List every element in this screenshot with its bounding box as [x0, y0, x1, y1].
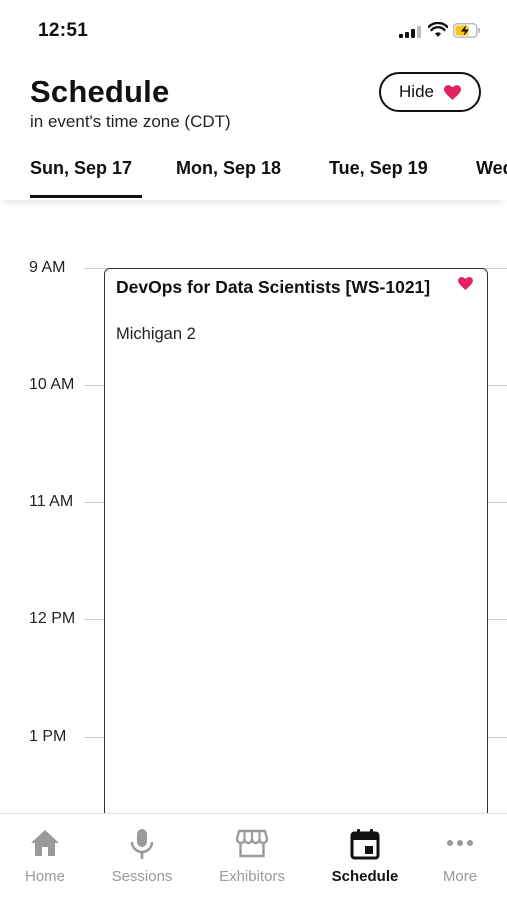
hour-label-9am: 9 AM	[29, 259, 66, 276]
event-title: DevOps for Data Scientists [WS-1021]	[116, 277, 431, 297]
cellular-signal-icon	[399, 26, 421, 38]
bottom-navigation: Home Sessions Exhibitors Schedule More	[0, 813, 507, 901]
date-tabs: Sun, Sep 17 Mon, Sep 18 Tue, Sep 19 Wed,…	[0, 148, 507, 200]
page-title: Schedule	[30, 74, 170, 109]
battery-charging-icon	[453, 23, 480, 38]
home-icon	[31, 830, 59, 856]
tab-mon-sep-18[interactable]: Mon, Sep 18	[176, 158, 281, 179]
heart-icon	[443, 84, 461, 100]
hour-label-12pm: 12 PM	[29, 610, 76, 627]
tab-tue-sep-19[interactable]: Tue, Sep 19	[329, 158, 428, 179]
storefront-icon	[236, 829, 268, 858]
nav-label-home: Home	[24, 868, 65, 885]
timezone-subtitle: in event's time zone (CDT)	[30, 112, 231, 131]
nav-sessions[interactable]: Sessions	[92, 814, 192, 901]
active-tab-indicator	[30, 195, 142, 198]
nav-label-sessions: Sessions	[111, 868, 173, 885]
tab-sun-sep-17[interactable]: Sun, Sep 17	[30, 158, 132, 179]
nav-label-exhibitors: Exhibitors	[219, 868, 285, 885]
microphone-icon	[130, 829, 154, 859]
event-location: Michigan 2	[116, 325, 196, 343]
session-event-card[interactable]: DevOps for Data Scientists [WS-1021] Mic…	[104, 268, 488, 813]
hour-label-11am: 11 AM	[29, 493, 74, 510]
hide-favorites-button[interactable]: Hide	[379, 72, 481, 112]
schedule-calendar[interactable]: 9 AM 10 AM 11 AM 12 PM 1 PM DevOps for D…	[0, 200, 507, 813]
hide-button-label: Hide	[399, 82, 434, 101]
favorite-heart-icon[interactable]	[458, 277, 473, 290]
more-icon	[447, 840, 473, 846]
wifi-icon	[428, 22, 448, 37]
nav-label-schedule: Schedule	[331, 868, 399, 885]
nav-exhibitors[interactable]: Exhibitors	[202, 814, 302, 901]
nav-home[interactable]: Home	[0, 814, 95, 901]
tab-wed-sep-20[interactable]: Wed, Sep 20	[476, 158, 507, 179]
hour-label-10am: 10 AM	[29, 376, 75, 393]
nav-label-more: More	[442, 868, 478, 885]
nav-more[interactable]: More	[410, 814, 507, 901]
status-time: 12:51	[38, 20, 89, 41]
status-bar: 12:51	[0, 0, 507, 60]
calendar-icon	[350, 829, 380, 860]
hour-label-1pm: 1 PM	[29, 728, 67, 745]
nav-schedule[interactable]: Schedule	[315, 814, 415, 901]
